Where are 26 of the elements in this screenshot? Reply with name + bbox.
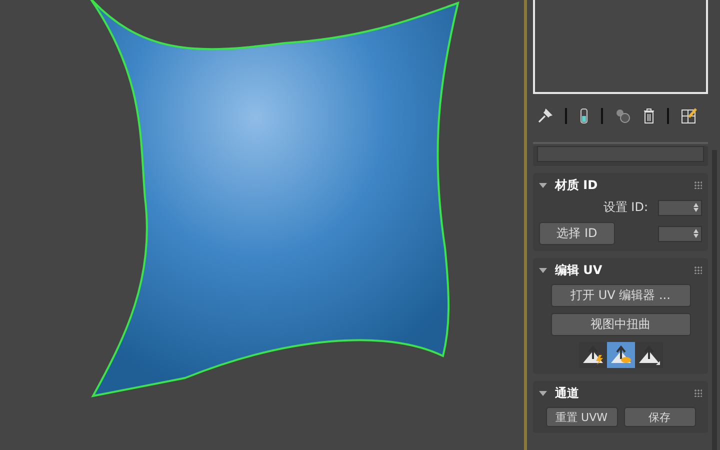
set-id-label: 设置 ID: — [603, 199, 648, 216]
expand-triangle-icon[interactable] — [539, 182, 547, 188]
rollout-title[interactable]: 材质 ID — [555, 176, 686, 194]
drag-handle-icon[interactable] — [694, 389, 702, 397]
channel-button[interactable]: 保存 — [624, 407, 696, 427]
trash-icon[interactable] — [643, 108, 655, 124]
id-spinner[interactable] — [658, 226, 702, 242]
circles-icon[interactable] — [615, 108, 631, 124]
expand-triangle-icon[interactable] — [539, 268, 547, 272]
pin-icon[interactable] — [537, 108, 553, 124]
test-tube-icon[interactable] — [579, 108, 589, 124]
modifier-list[interactable] — [533, 0, 708, 94]
expand-triangle-icon[interactable] — [539, 390, 547, 396]
drag-handle-icon[interactable] — [694, 181, 702, 189]
open-uv-editor-button[interactable]: 打开 UV 编辑器 ... — [550, 284, 690, 307]
uv-tool-button[interactable] — [606, 342, 634, 368]
id-spinner[interactable] — [658, 200, 702, 216]
rollout-title[interactable]: 编辑 UV — [555, 262, 686, 278]
spinner-arrows-icon[interactable] — [693, 229, 699, 238]
tweak-in-view-button[interactable]: 视图中扭曲 — [550, 313, 690, 336]
select-id-button[interactable]: 选择 ID — [539, 222, 615, 245]
rollout-title[interactable]: 通道 — [555, 384, 686, 402]
spinner-arrows-icon[interactable] — [693, 203, 699, 212]
drag-handle-icon[interactable] — [694, 266, 702, 274]
grid-edit-icon[interactable] — [681, 108, 697, 124]
channel-button[interactable]: 重置 UVW — [546, 407, 618, 427]
